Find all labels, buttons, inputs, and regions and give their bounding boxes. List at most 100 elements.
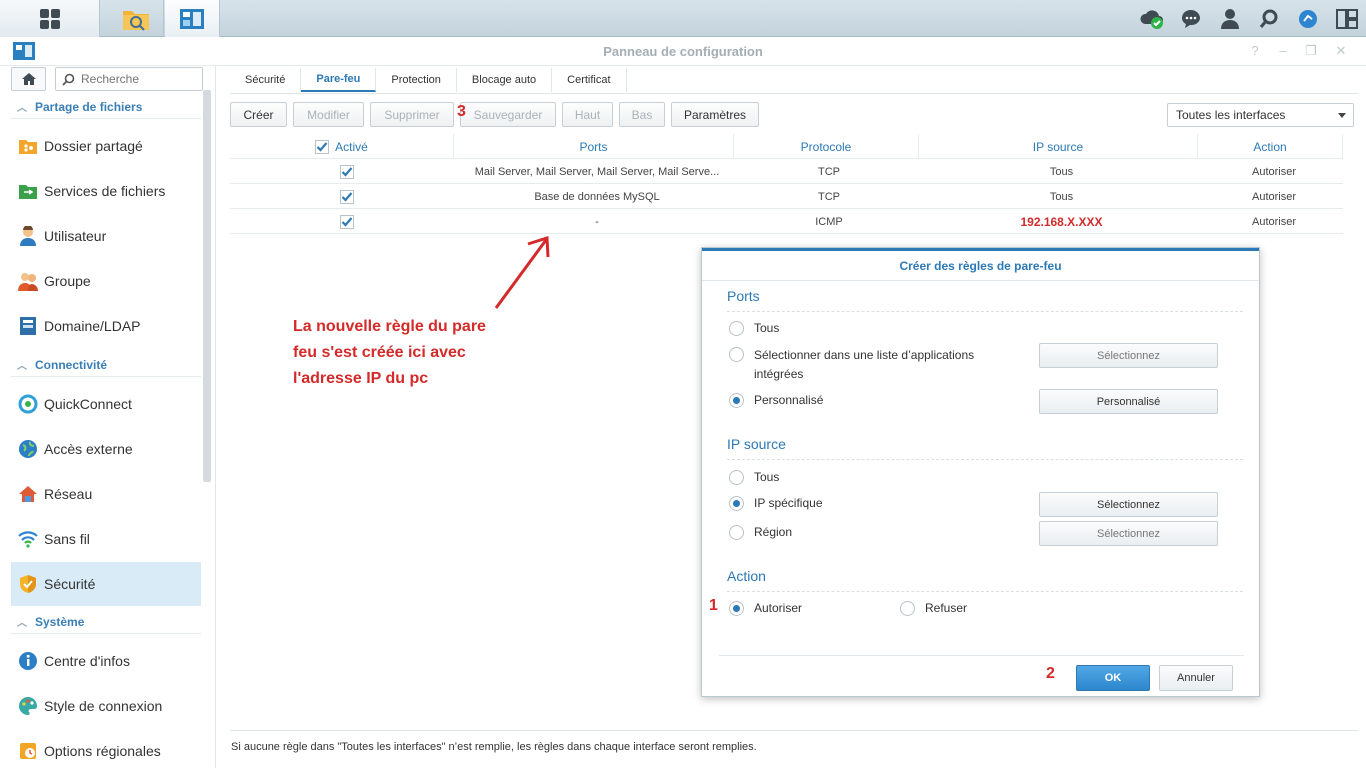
user-menu-icon[interactable] xyxy=(1210,0,1249,37)
enabled-checkbox[interactable] xyxy=(340,214,354,229)
sidebar: ︿ Partage de fichiers Dossier partagé Ser… xyxy=(0,66,216,768)
source-option-all[interactable]: Tous xyxy=(729,470,779,485)
option-label: Personnalisé xyxy=(754,393,824,407)
radio-button[interactable] xyxy=(729,601,744,616)
info-icon xyxy=(18,651,38,671)
tab-firewall[interactable]: Pare-feu xyxy=(301,68,377,92)
widgets-icon[interactable] xyxy=(1288,0,1327,37)
settings-button[interactable]: Paramètres xyxy=(671,102,759,127)
search-icon[interactable] xyxy=(1249,0,1288,37)
sidebar-scrollbar[interactable] xyxy=(203,90,211,482)
enabled-checkbox[interactable] xyxy=(340,164,354,179)
sidebar-item-user[interactable]: Utilisateur xyxy=(11,214,201,258)
sidebar-item-quickconnect[interactable]: QuickConnect xyxy=(11,382,201,426)
sidebar-item-regional-options[interactable]: Options régionales xyxy=(11,729,201,768)
save-button[interactable]: Sauvegarder xyxy=(460,102,556,127)
option-label: Région xyxy=(754,525,793,539)
radio-button[interactable] xyxy=(729,525,744,540)
tab-protection[interactable]: Protection xyxy=(376,68,457,92)
radio-button[interactable] xyxy=(729,321,744,336)
tab-certificate[interactable]: Certificat xyxy=(552,68,627,92)
action-option-allow[interactable]: Autoriser xyxy=(729,601,802,616)
source-ip-cell: Tous xyxy=(1049,190,1074,203)
radio-button[interactable] xyxy=(729,393,744,408)
source-option-specific[interactable]: IP spécifique xyxy=(729,496,823,511)
column-header-action[interactable]: Action xyxy=(1198,134,1343,159)
select-all-checkbox[interactable] xyxy=(315,139,330,154)
help-icon[interactable]: ? xyxy=(1247,43,1263,58)
sidebar-item-security[interactable]: Sécurité xyxy=(11,562,201,606)
column-header-ports[interactable]: Ports xyxy=(454,134,734,159)
protocol-cell: TCP xyxy=(818,190,840,203)
column-header-protocol[interactable]: Protocole xyxy=(734,134,919,159)
minimize-icon[interactable]: – xyxy=(1275,43,1291,58)
annotation-note-line: La nouvelle règle du pare xyxy=(293,318,486,335)
action-cell: Autoriser xyxy=(1251,165,1297,178)
cloud-sync-icon[interactable] xyxy=(1132,0,1171,37)
source-region-select-button[interactable]: Sélectionnez xyxy=(1039,521,1218,546)
annotation-step-1: 1 xyxy=(709,597,718,614)
maximize-icon[interactable]: ❐ xyxy=(1303,43,1319,59)
ports-select-button[interactable]: Sélectionnez xyxy=(1039,343,1218,368)
move-down-button[interactable]: Bas xyxy=(619,102,665,127)
column-header-source-ip[interactable]: IP source xyxy=(919,134,1198,159)
source-specific-select-button[interactable]: Sélectionnez xyxy=(1039,492,1218,517)
close-icon[interactable]: ✕ xyxy=(1333,43,1349,59)
section-file-sharing[interactable]: ︿ Partage de fichiers xyxy=(11,95,201,119)
table-row[interactable]: Mail Server, Mail Server, Mail Server, M… xyxy=(230,159,1343,184)
radio-button[interactable] xyxy=(729,347,744,362)
sidebar-search[interactable] xyxy=(55,67,203,91)
ports-option-custom[interactable]: Personnalisé xyxy=(729,393,823,408)
sidebar-item-domain[interactable]: Domaine/LDAP xyxy=(11,304,201,348)
ports-cell: - xyxy=(595,215,599,228)
sidebar-item-file-services[interactable]: Services de fichiers xyxy=(11,169,201,213)
radio-button[interactable] xyxy=(729,470,744,485)
ports-custom-button[interactable]: Personnalisé xyxy=(1039,389,1218,414)
wifi-icon xyxy=(18,529,38,549)
delete-button[interactable]: Supprimer xyxy=(370,102,454,127)
sidebar-item-login-style[interactable]: Style de connexion xyxy=(11,684,201,728)
sidebar-item-info-center[interactable]: Centre d'infos xyxy=(11,639,201,683)
source-option-region[interactable]: Région xyxy=(729,525,792,540)
action-section-title: Action xyxy=(727,568,1243,592)
quickconnect-icon xyxy=(18,394,38,414)
search-input[interactable] xyxy=(81,72,191,86)
cancel-button[interactable]: Annuler xyxy=(1159,665,1233,691)
ports-option-all[interactable]: Tous xyxy=(729,321,779,336)
file-station-taskbar-button[interactable] xyxy=(109,0,164,37)
sidebar-item-network[interactable]: Réseau xyxy=(11,472,201,516)
tab-bar: Sécurité Pare-feu Protection Blocage aut… xyxy=(230,66,1358,94)
sidebar-item-wireless[interactable]: Sans fil xyxy=(11,517,201,561)
edit-button[interactable]: Modifier xyxy=(293,102,364,127)
taskbar xyxy=(0,0,1366,37)
tab-auto-block[interactable]: Blocage auto xyxy=(457,68,553,92)
desktop-layout-icon[interactable] xyxy=(1327,0,1366,37)
move-up-button[interactable]: Haut xyxy=(562,102,613,127)
sidebar-item-label: Sans fil xyxy=(44,531,90,547)
sidebar-item-external-access[interactable]: Accès externe xyxy=(11,427,201,471)
file-services-icon xyxy=(18,181,38,201)
chevron-up-icon: ︿ xyxy=(17,618,27,629)
action-option-deny[interactable]: Refuser xyxy=(900,601,967,616)
option-label: Tous xyxy=(754,321,780,335)
enabled-checkbox[interactable] xyxy=(340,189,354,204)
create-button[interactable]: Créer xyxy=(230,102,287,127)
enabled-cell xyxy=(230,184,464,209)
section-connectivity[interactable]: ︿ Connectivité xyxy=(11,353,201,377)
notifications-icon[interactable] xyxy=(1171,0,1210,37)
ok-button[interactable]: OK xyxy=(1076,665,1150,691)
ports-option-select-list[interactable]: Sélectionner dans une liste d’applicatio… xyxy=(729,347,974,384)
table-row[interactable]: - ICMP 192.168.X.XXX Autoriser xyxy=(230,209,1343,234)
radio-button[interactable] xyxy=(900,601,915,616)
main-menu-button[interactable] xyxy=(0,0,100,37)
control-panel-taskbar-button[interactable] xyxy=(165,0,220,37)
section-system[interactable]: ︿ Système xyxy=(11,610,201,634)
tab-security[interactable]: Sécurité xyxy=(230,68,302,92)
home-button[interactable] xyxy=(11,67,46,91)
table-row[interactable]: Base de données MySQL TCP Tous Autoriser xyxy=(230,184,1343,209)
sidebar-item-shared-folder[interactable]: Dossier partagé xyxy=(11,124,201,168)
column-header-enabled[interactable]: Activé xyxy=(230,134,454,159)
sidebar-item-group[interactable]: Groupe xyxy=(11,259,201,303)
radio-button[interactable] xyxy=(729,496,744,511)
interface-select[interactable]: Toutes les interfaces xyxy=(1167,103,1354,127)
